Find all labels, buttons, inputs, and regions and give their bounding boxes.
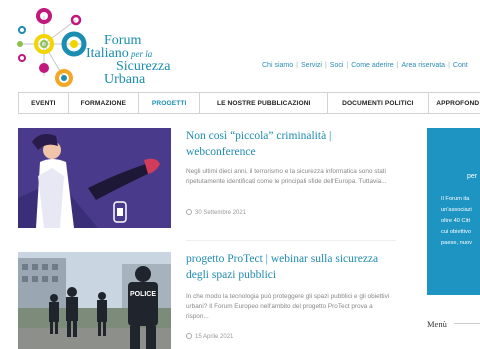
article-thumbnail-police[interactable]: POLICE <box>18 252 171 349</box>
nav-approfondimenti[interactable]: APPROFOND <box>429 93 480 113</box>
nav-progetti[interactable]: PROGETTI <box>139 93 201 113</box>
cybercrime-illustration <box>18 128 171 228</box>
topnav-servizi[interactable]: Servizi <box>301 62 322 69</box>
top-navigation: Chi siamo | Servizi | Soci | Come aderire | Area… <box>262 62 468 69</box>
sidebar-about-box: per Il Forum ita un'associazi oltre 40 C… <box>427 128 480 295</box>
article-thumbnail-cybercrime[interactable] <box>18 128 171 228</box>
police-label: POLICE <box>130 291 156 298</box>
nav-eventi[interactable]: EVENTI <box>19 93 69 113</box>
article-title[interactable]: progetto ProTect | webinar sulla sicurez… <box>186 252 391 283</box>
article-excerpt: In che modo la tecnologia può proteggere… <box>186 293 390 320</box>
topnav-come-aderire[interactable]: Come aderire <box>351 62 393 69</box>
topnav-area-riservata[interactable]: Area riservata <box>402 62 446 69</box>
article-excerpt: Negli ultimi dieci anni, il terrorismo e… <box>186 168 387 185</box>
nav-le-nostre-pubblicazioni[interactable]: LE NOSTRE PUBBLICAZIONI <box>200 93 329 113</box>
article-divider <box>186 240 396 241</box>
nav-documenti-politici[interactable]: DOCUMENTI POLITICI <box>328 93 429 113</box>
article-title[interactable]: Non così “piccola” criminalità | webconf… <box>186 129 391 160</box>
main-navigation: EVENTI FORMAZIONE PROGETTI LE NOSTRE PUB… <box>18 92 480 114</box>
topnav-chi-siamo[interactable]: Chi siamo <box>262 62 293 69</box>
topnav-contatti[interactable]: Cont <box>453 62 468 69</box>
sidebar-box-text: Il Forum ita un'associazi oltre 40 Citt … <box>441 196 472 246</box>
clock-icon <box>186 333 192 339</box>
topnav-soci[interactable]: Soci <box>330 62 344 69</box>
clock-icon <box>186 209 192 215</box>
sidebar-menu-title: Menù <box>427 319 447 329</box>
nav-formazione[interactable]: FORMAZIONE <box>69 93 139 113</box>
article-date: 30 Settembre 2021 <box>186 209 246 216</box>
police-photo: POLICE <box>18 252 171 349</box>
logo-line-4: Urbana <box>104 72 146 87</box>
menu-divider <box>454 323 480 324</box>
article-date: 15 Aprile 2021 <box>186 333 233 340</box>
sidebar-box-title: per <box>467 173 478 180</box>
